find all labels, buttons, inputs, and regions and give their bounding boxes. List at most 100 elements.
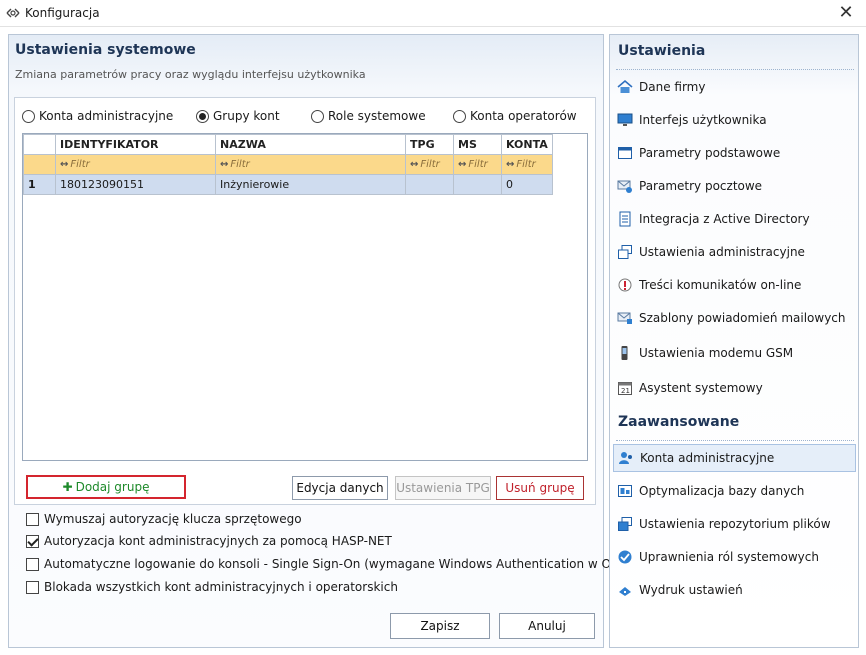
nav-item-online-messages[interactable]: Treści komunikatów on-line: [613, 271, 856, 299]
nav-item-user-interface[interactable]: Interfejs użytkownika: [613, 106, 856, 134]
nav-item-role-permissions[interactable]: Uprawnienia ról systemowych: [613, 543, 856, 571]
nav-item-label: Integracja z Active Directory: [639, 212, 810, 226]
tpg-settings-button[interactable]: Ustawienia TPG: [395, 476, 491, 500]
monitor-icon: [617, 113, 633, 126]
nav-item-label: Konta administracyjne: [640, 451, 775, 465]
svg-text:21: 21: [621, 387, 630, 395]
row-number: 1: [23, 174, 56, 195]
table-cell-tpg[interactable]: [405, 174, 454, 195]
page-title: Ustawienia systemowe: [15, 42, 196, 58]
nav-item-label: Treści komunikatów on-line: [639, 278, 802, 292]
section-divider: [616, 69, 854, 70]
mail-settings-icon: [617, 180, 632, 193]
nav-item-label: Parametry podstawowe: [639, 146, 781, 160]
table-row[interactable]: 1 180123090151 Inżynierowie 0: [23, 174, 553, 195]
row-number-header: [23, 134, 56, 155]
filter-placeholder: Filtr: [230, 159, 250, 170]
groups-table: IDENTYFIKATOR NAZWA TPG MS KONTA ↔ Filtr …: [23, 134, 553, 195]
title-bar: Konfiguracja ✕: [0, 0, 866, 27]
settings-panel: Ustawienia systemowe Zmiana parametrów p…: [8, 34, 641, 648]
nav-item-label: Asystent systemowy: [639, 381, 763, 395]
section-header-settings: Ustawienia: [618, 43, 706, 59]
section-divider: [616, 440, 854, 441]
checkbox-indicator: [26, 580, 39, 594]
nav-item-mail-parameters[interactable]: Parametry pocztowe: [613, 172, 856, 200]
nav-item-label: Uprawnienia ról systemowych: [639, 550, 819, 564]
filter-cell[interactable]: ↔ Filtr: [215, 154, 406, 175]
add-group-label: Dodaj grupę: [75, 480, 150, 494]
window-icon: [618, 147, 632, 159]
filter-arrows-icon: ↔: [220, 159, 229, 170]
filter-cell[interactable]: ↔ Filtr: [55, 154, 216, 175]
nav-item-gsm-modem[interactable]: Ustawienia modemu GSM: [613, 339, 856, 367]
nav-item-database-optimization[interactable]: Optymalizacja bazy danych: [613, 477, 856, 505]
column-header-konta[interactable]: KONTA: [501, 134, 553, 155]
table-cell-identyfikator[interactable]: 180123090151: [55, 174, 216, 195]
content-box: Konta administracyjne Grupy kont Role sy…: [14, 97, 596, 505]
radio-indicator: [22, 109, 35, 123]
radio-label: Konta operatorów: [470, 109, 577, 123]
radio-label: Role systemowe: [328, 109, 426, 123]
checkbox-label: Automatyczne logowanie do konsoli - Sing…: [44, 557, 642, 571]
table-header: IDENTYFIKATOR NAZWA TPG MS KONTA: [23, 134, 553, 155]
nav-item-label: Parametry pocztowe: [639, 179, 763, 193]
directory-icon: [619, 211, 631, 227]
column-header-identyfikator[interactable]: IDENTYFIKATOR: [55, 134, 216, 155]
column-header-nazwa[interactable]: NAZWA: [215, 134, 406, 155]
radio-admin-accounts[interactable]: Konta administracyjne: [22, 106, 173, 126]
radio-indicator: [311, 109, 324, 123]
house-icon: [617, 79, 633, 93]
table-cell-konta[interactable]: 0: [501, 174, 553, 195]
table-cell-nazwa[interactable]: Inżynierowie: [215, 174, 406, 195]
filter-cell[interactable]: ↔ Filtr: [405, 154, 454, 175]
nav-item-label: Ustawienia repozytorium plików: [639, 517, 831, 531]
radio-label: Konta administracyjne: [39, 109, 174, 123]
table-cell-ms[interactable]: [453, 174, 502, 195]
filter-placeholder: Filtr: [516, 159, 536, 170]
filter-placeholder: Filtr: [420, 159, 440, 170]
nav-item-admin-accounts[interactable]: Konta administracyjne: [613, 444, 856, 472]
column-header-ms[interactable]: MS: [453, 134, 502, 155]
add-group-button[interactable]: ✚ Dodaj grupę: [26, 475, 186, 499]
nav-item-company-data[interactable]: Dane firmy: [613, 73, 856, 101]
checkbox-lock-accounts[interactable]: Blokada wszystkich kont administracyjnyc…: [26, 578, 398, 596]
filter-cell[interactable]: ↔ Filtr: [501, 154, 553, 175]
save-button[interactable]: Zapisz: [390, 613, 490, 639]
filter-cell[interactable]: ↔ Filtr: [453, 154, 502, 175]
cancel-button[interactable]: Anuluj: [499, 613, 595, 639]
nav-item-label: Ustawienia administracyjne: [639, 245, 805, 259]
checkbox-hasp-net[interactable]: Autoryzacja kont administracyjnych za po…: [26, 532, 392, 550]
checkbox-hardware-key[interactable]: Wymuszaj autoryzację klucza sprzętowego: [26, 510, 302, 528]
permissions-icon: [618, 550, 632, 564]
column-header-tpg[interactable]: TPG: [405, 134, 454, 155]
nav-item-system-assistant[interactable]: 21 Asystent systemowy: [613, 374, 856, 402]
radio-operator-accounts[interactable]: Konta operatorów: [453, 106, 577, 126]
settings-navigation: Ustawienia Dane firmy Interfejs użytkown…: [609, 34, 859, 648]
checkbox-indicator: [26, 534, 39, 548]
checkbox-indicator: [26, 512, 39, 526]
remove-group-button[interactable]: Usuń grupę: [496, 476, 584, 500]
nav-item-active-directory[interactable]: Integracja z Active Directory: [613, 205, 856, 233]
nav-item-basic-parameters[interactable]: Parametry podstawowe: [613, 139, 856, 167]
nav-item-print-settings[interactable]: Wydruk ustawień: [613, 576, 856, 604]
close-icon[interactable]: ✕: [834, 2, 858, 24]
nav-item-label: Ustawienia modemu GSM: [639, 346, 794, 360]
mail-template-icon: [617, 312, 632, 324]
nav-item-admin-settings[interactable]: Ustawienia administracyjne: [613, 238, 856, 266]
database-icon: [618, 485, 632, 497]
radio-system-roles[interactable]: Role systemowe: [311, 106, 426, 126]
nav-item-file-repository[interactable]: Ustawienia repozytorium plików: [613, 510, 856, 538]
edit-data-button[interactable]: Edycja danych: [292, 476, 388, 500]
plus-icon: ✚: [62, 480, 73, 494]
radio-account-groups[interactable]: Grupy kont: [196, 106, 280, 126]
nav-item-label: Optymalizacja bazy danych: [639, 484, 805, 498]
radio-indicator: [196, 109, 209, 123]
checkbox-label: Autoryzacja kont administracyjnych za po…: [44, 534, 392, 548]
nav-item-mail-templates[interactable]: Szablony powiadomień mailowych: [613, 304, 856, 332]
checkbox-label: Blokada wszystkich kont administracyjnyc…: [44, 580, 398, 594]
section-header-advanced: Zaawansowane: [618, 414, 740, 430]
checkbox-single-sign-on[interactable]: Automatyczne logowanie do konsoli - Sing…: [26, 555, 641, 573]
nav-item-label: Szablony powiadomień mailowych: [639, 311, 846, 325]
nav-item-label: Dane firmy: [639, 80, 706, 94]
filter-row-marker: [23, 154, 56, 175]
